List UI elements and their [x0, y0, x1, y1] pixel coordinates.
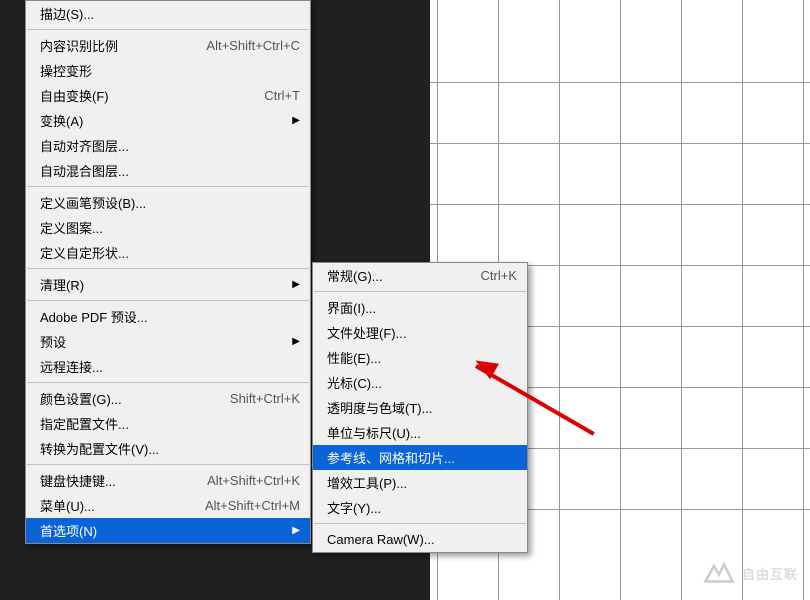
- menu-item-define-brush[interactable]: 定义画笔预设(B)...: [26, 190, 310, 215]
- menu-label: 单位与标尺(U)...: [327, 423, 517, 442]
- menu-item-performance[interactable]: 性能(E)...: [313, 345, 527, 370]
- preferences-submenu: 常规(G)... Ctrl+K 界面(I)... 文件处理(F)... 性能(E)…: [312, 262, 528, 553]
- menu-label: 菜单(U)...: [40, 496, 193, 515]
- menu-item-content-aware-scale[interactable]: 内容识别比例 Alt+Shift+Ctrl+C: [26, 33, 310, 58]
- menu-separator: [27, 382, 309, 383]
- menu-item-menus[interactable]: 菜单(U)... Alt+Shift+Ctrl+M: [26, 493, 310, 518]
- menu-item-presets[interactable]: 预设▶: [26, 329, 310, 354]
- edit-menu: 描边(S)... 内容识别比例 Alt+Shift+Ctrl+C 操控变形 自由变…: [25, 0, 311, 544]
- menu-label: 自由变换(F): [40, 86, 252, 105]
- menu-shortcut: Alt+Shift+Ctrl+K: [207, 473, 300, 488]
- menu-label: 操控变形: [40, 61, 300, 80]
- watermark: 自由互联: [702, 556, 798, 590]
- watermark-text: 自由互联: [742, 564, 798, 583]
- menu-item-define-pattern[interactable]: 定义图案...: [26, 215, 310, 240]
- submenu-arrow-icon: ▶: [292, 336, 300, 347]
- menu-shortcut: Alt+Shift+Ctrl+C: [206, 38, 300, 53]
- menu-label: 远程连接...: [40, 357, 300, 376]
- menu-item-plugins[interactable]: 增效工具(P)...: [313, 470, 527, 495]
- menu-label: 变换(A): [40, 111, 292, 130]
- menu-label: 参考线、网格和切片...: [327, 448, 517, 467]
- menu-item-transparency[interactable]: 透明度与色域(T)...: [313, 395, 527, 420]
- menu-item-units-rulers[interactable]: 单位与标尺(U)...: [313, 420, 527, 445]
- submenu-arrow-icon: ▶: [292, 279, 300, 290]
- menu-separator: [27, 268, 309, 269]
- menu-separator: [27, 186, 309, 187]
- menu-label: 透明度与色域(T)...: [327, 398, 517, 417]
- menu-label: 光标(C)...: [327, 373, 517, 392]
- menu-separator: [314, 523, 526, 524]
- menu-item-assign-profile[interactable]: 指定配置文件...: [26, 411, 310, 436]
- menu-separator: [27, 29, 309, 30]
- menu-item-keyboard-shortcuts[interactable]: 键盘快捷键... Alt+Shift+Ctrl+K: [26, 468, 310, 493]
- menu-label: Adobe PDF 预设...: [40, 307, 300, 326]
- menu-item-general[interactable]: 常规(G)... Ctrl+K: [313, 263, 527, 288]
- menu-label: 自动混合图层...: [40, 161, 300, 180]
- menu-item-camera-raw[interactable]: Camera Raw(W)...: [313, 527, 527, 552]
- menu-label: 定义图案...: [40, 218, 300, 237]
- menu-label: 首选项(N): [40, 521, 292, 540]
- menu-label: 清理(R): [40, 275, 292, 294]
- menu-item-puppet-warp[interactable]: 操控变形: [26, 58, 310, 83]
- menu-item-preferences[interactable]: 首选项(N)▶: [26, 518, 310, 543]
- menu-label: 颜色设置(G)...: [40, 389, 218, 408]
- menu-item-type[interactable]: 文字(Y)...: [313, 495, 527, 520]
- menu-label: 增效工具(P)...: [327, 473, 517, 492]
- menu-label: 指定配置文件...: [40, 414, 300, 433]
- menu-item-auto-align[interactable]: 自动对齐图层...: [26, 133, 310, 158]
- menu-item-transform[interactable]: 变换(A)▶: [26, 108, 310, 133]
- menu-label: 界面(I)...: [327, 298, 517, 317]
- menu-item-interface[interactable]: 界面(I)...: [313, 295, 527, 320]
- menu-label: Camera Raw(W)...: [327, 532, 517, 547]
- menu-item-remote-connections[interactable]: 远程连接...: [26, 354, 310, 379]
- menu-item-purge[interactable]: 清理(R)▶: [26, 272, 310, 297]
- submenu-arrow-icon: ▶: [292, 115, 300, 126]
- menu-item-color-settings[interactable]: 颜色设置(G)... Shift+Ctrl+K: [26, 386, 310, 411]
- menu-label: 自动对齐图层...: [40, 136, 300, 155]
- menu-label: 转换为配置文件(V)...: [40, 439, 300, 458]
- menu-item-auto-blend[interactable]: 自动混合图层...: [26, 158, 310, 183]
- menu-label: 文件处理(F)...: [327, 323, 517, 342]
- menu-label: 内容识别比例: [40, 36, 194, 55]
- menu-separator: [314, 291, 526, 292]
- menu-item-convert-profile[interactable]: 转换为配置文件(V)...: [26, 436, 310, 461]
- menu-separator: [27, 464, 309, 465]
- menu-shortcut: Alt+Shift+Ctrl+M: [205, 498, 300, 513]
- menu-item-file-handling[interactable]: 文件处理(F)...: [313, 320, 527, 345]
- logo-icon: [702, 556, 736, 590]
- menu-label: 键盘快捷键...: [40, 471, 195, 490]
- menu-item-cursors[interactable]: 光标(C)...: [313, 370, 527, 395]
- menu-shortcut: Shift+Ctrl+K: [230, 391, 300, 406]
- menu-label: 预设: [40, 332, 292, 351]
- menu-item-stroke[interactable]: 描边(S)...: [26, 1, 310, 26]
- menu-label: 常规(G)...: [327, 266, 469, 285]
- menu-item-pdf-presets[interactable]: Adobe PDF 预设...: [26, 304, 310, 329]
- menu-label: 定义画笔预设(B)...: [40, 193, 300, 212]
- menu-item-define-shape[interactable]: 定义自定形状...: [26, 240, 310, 265]
- menu-shortcut: Ctrl+T: [264, 88, 300, 103]
- menu-label: 文字(Y)...: [327, 498, 517, 517]
- submenu-arrow-icon: ▶: [292, 525, 300, 536]
- menu-item-free-transform[interactable]: 自由变换(F) Ctrl+T: [26, 83, 310, 108]
- menu-item-guides-grid-slices[interactable]: 参考线、网格和切片...: [313, 445, 527, 470]
- menu-label: 性能(E)...: [327, 348, 517, 367]
- menu-shortcut: Ctrl+K: [481, 268, 517, 283]
- menu-label: 定义自定形状...: [40, 243, 300, 262]
- menu-separator: [27, 300, 309, 301]
- menu-label: 描边(S)...: [40, 4, 300, 23]
